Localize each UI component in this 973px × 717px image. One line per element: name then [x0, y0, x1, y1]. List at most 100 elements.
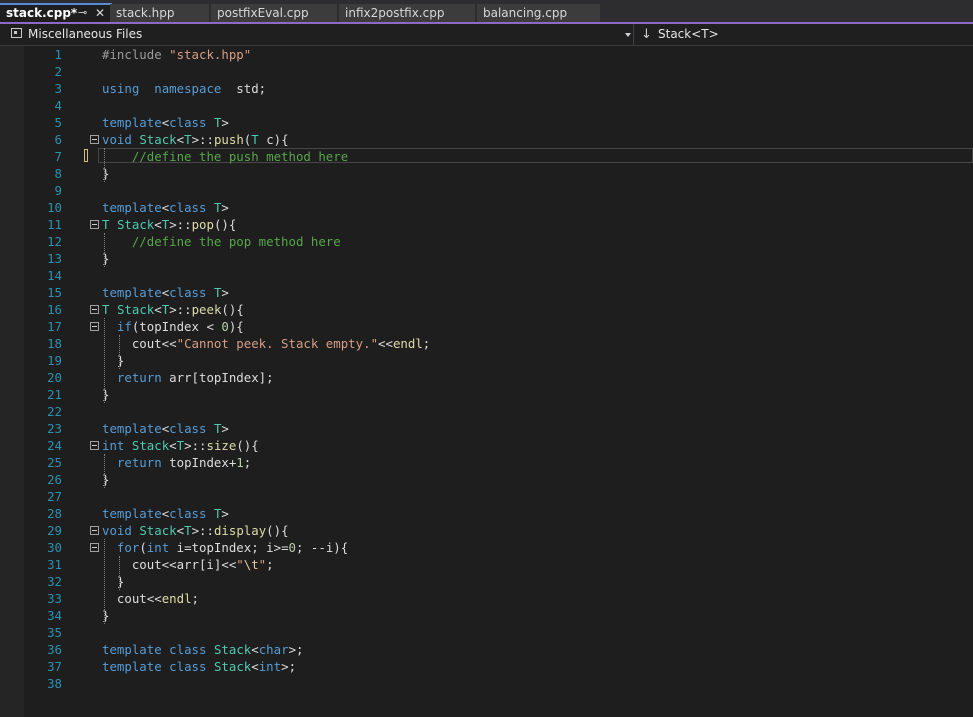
code-line[interactable]: 8}	[0, 165, 973, 182]
code-line[interactable]: 23 template<class T>	[0, 420, 973, 437]
line-code[interactable]: void Stack<T>::push(T c){	[102, 131, 289, 148]
line-code[interactable]: void Stack<T>::display(){	[102, 522, 289, 539]
code-line[interactable]: 19 }	[0, 352, 973, 369]
line-code[interactable]: template<class T>	[102, 284, 229, 301]
fold-toggle-push[interactable]	[90, 135, 99, 144]
line-code[interactable]: template<class T>	[102, 199, 229, 216]
code-line[interactable]: 36 template class Stack<char>;	[0, 641, 973, 658]
code-line[interactable]: 26}	[0, 471, 973, 488]
code-token: class	[169, 642, 207, 657]
code-line[interactable]: 32 }	[0, 573, 973, 590]
code-line[interactable]: 5 template<class T>	[0, 114, 973, 131]
line-code[interactable]: template class Stack<char>;	[102, 641, 303, 658]
code-line[interactable]: 31 cout<<arr[i]<<"\t";	[0, 556, 973, 573]
line-code[interactable]: }	[102, 352, 124, 369]
line-code[interactable]: int Stack<T>::size(){	[102, 437, 259, 454]
code-token: <	[176, 523, 185, 538]
code-line[interactable]: 22	[0, 403, 973, 420]
line-code[interactable]: return topIndex+1;	[102, 454, 251, 471]
tab-balancing-cpp[interactable]: balancing.cpp	[477, 4, 600, 22]
line-code[interactable]: template<class T>	[102, 420, 229, 437]
code-line[interactable]: 16 T Stack<T>::peek(){	[0, 301, 973, 318]
code-line[interactable]: 24 int Stack<T>::size(){	[0, 437, 973, 454]
code-token: 0	[221, 319, 229, 334]
outline-guide	[119, 556, 120, 590]
fold-toggle-for[interactable]	[90, 543, 99, 552]
code-token: class	[169, 421, 207, 436]
line-code[interactable]: for(int i=topIndex; i>=0; --i){	[102, 539, 348, 556]
line-number: 23	[47, 421, 62, 436]
tab-infix2postfix-cpp[interactable]: infix2postfix.cpp	[339, 4, 475, 22]
fold-toggle-size[interactable]	[90, 441, 99, 450]
line-code[interactable]: T Stack<T>::pop(){	[102, 216, 236, 233]
code-line[interactable]: 4	[0, 97, 973, 114]
code-line[interactable]: 7 //define the push method here	[0, 148, 973, 165]
code-line[interactable]: 21}	[0, 386, 973, 403]
code-line[interactable]: 38	[0, 675, 973, 692]
code-line[interactable]: 37 template class Stack<int>;	[0, 658, 973, 675]
code-line[interactable]: 27	[0, 488, 973, 505]
close-icon[interactable]: ✕	[95, 5, 105, 21]
code-line[interactable]: 9	[0, 182, 973, 199]
tab-stack-cpp[interactable]: stack.cpp* ⊸ ✕	[0, 3, 112, 22]
code-line[interactable]: 12 //define the pop method here	[0, 233, 973, 250]
line-code[interactable]: cout<<endl;	[102, 590, 199, 607]
code-token: cout<<arr[i]<<	[102, 557, 237, 572]
line-code[interactable]: template<class T>	[102, 114, 229, 131]
code-line[interactable]: 30 for(int i=topIndex; i>=0; --i){	[0, 539, 973, 556]
pin-icon[interactable]: ⊸	[78, 5, 87, 21]
code-token: Stack	[139, 523, 177, 538]
line-number: 8	[54, 166, 62, 181]
fold-toggle-if[interactable]	[90, 322, 99, 331]
code-line[interactable]: 13}	[0, 250, 973, 267]
line-code[interactable]: cout<<arr[i]<<"\t";	[102, 556, 274, 573]
project-dropdown[interactable]: Miscellaneous Files	[0, 24, 634, 45]
line-code[interactable]: template class Stack<int>;	[102, 658, 296, 675]
code-line[interactable]: 1 #include "stack.hpp"	[0, 46, 973, 63]
code-line[interactable]: 18 cout<<"Cannot peek. Stack empty."<<en…	[0, 335, 973, 352]
line-code[interactable]: cout<<"Cannot peek. Stack empty."<<endl;	[102, 335, 430, 352]
code-line[interactable]: 35	[0, 624, 973, 641]
code-line[interactable]: 29 void Stack<T>::display(){	[0, 522, 973, 539]
code-token: using	[102, 81, 140, 96]
tab-postfixeval-cpp[interactable]: postfixEval.cpp	[211, 4, 337, 22]
fold-toggle-pop[interactable]	[90, 220, 99, 229]
code-line[interactable]: 34}	[0, 607, 973, 624]
code-token: "Cannot peek. Stack empty."	[176, 336, 379, 351]
chevron-down-icon[interactable]	[625, 33, 631, 37]
code-line[interactable]: 25 return topIndex+1;	[0, 454, 973, 471]
code-token: template	[102, 200, 162, 215]
line-code[interactable]: T Stack<T>::peek(){	[102, 301, 244, 318]
code-line[interactable]: 20 return arr[topIndex];	[0, 369, 973, 386]
code-line[interactable]: 11 T Stack<T>::pop(){	[0, 216, 973, 233]
fold-toggle-display[interactable]	[90, 526, 99, 535]
line-code[interactable]: }	[102, 573, 124, 590]
code-token: int	[146, 540, 170, 555]
code-token: >::	[169, 302, 192, 317]
line-code[interactable]: return arr[topIndex];	[102, 369, 274, 386]
code-token: return	[116, 370, 162, 385]
code-token: int	[102, 438, 125, 453]
code-line[interactable]: 17 if(topIndex < 0){	[0, 318, 973, 335]
line-number: 4	[54, 98, 62, 113]
code-line[interactable]: 2	[0, 63, 973, 80]
code-line[interactable]: 3 using namespace std;	[0, 80, 973, 97]
tab-stack-hpp[interactable]: stack.hpp	[110, 4, 209, 22]
line-code[interactable]: //define the pop method here	[102, 233, 341, 250]
line-code[interactable]: using namespace std;	[102, 80, 266, 97]
code-line[interactable]: 33 cout<<endl;	[0, 590, 973, 607]
scope-dropdown[interactable]: Stack<T>	[658, 24, 719, 45]
line-code[interactable]: #include "stack.hpp"	[102, 46, 251, 63]
fold-toggle-peek[interactable]	[90, 305, 99, 314]
line-code[interactable]: //define the push method here	[102, 148, 348, 165]
code-line[interactable]: 14	[0, 267, 973, 284]
line-code[interactable]: if(topIndex < 0){	[102, 318, 244, 335]
code-line[interactable]: 28 template<class T>	[0, 505, 973, 522]
code-editor[interactable]: 1 #include "stack.hpp" 2 3 using namespace s…	[0, 46, 973, 717]
code-line[interactable]: 10 template<class T>	[0, 199, 973, 216]
line-code[interactable]: template<class T>	[102, 505, 229, 522]
code-line[interactable]: 15 template<class T>	[0, 284, 973, 301]
code-line[interactable]: 6 void Stack<T>::push(T c){	[0, 131, 973, 148]
